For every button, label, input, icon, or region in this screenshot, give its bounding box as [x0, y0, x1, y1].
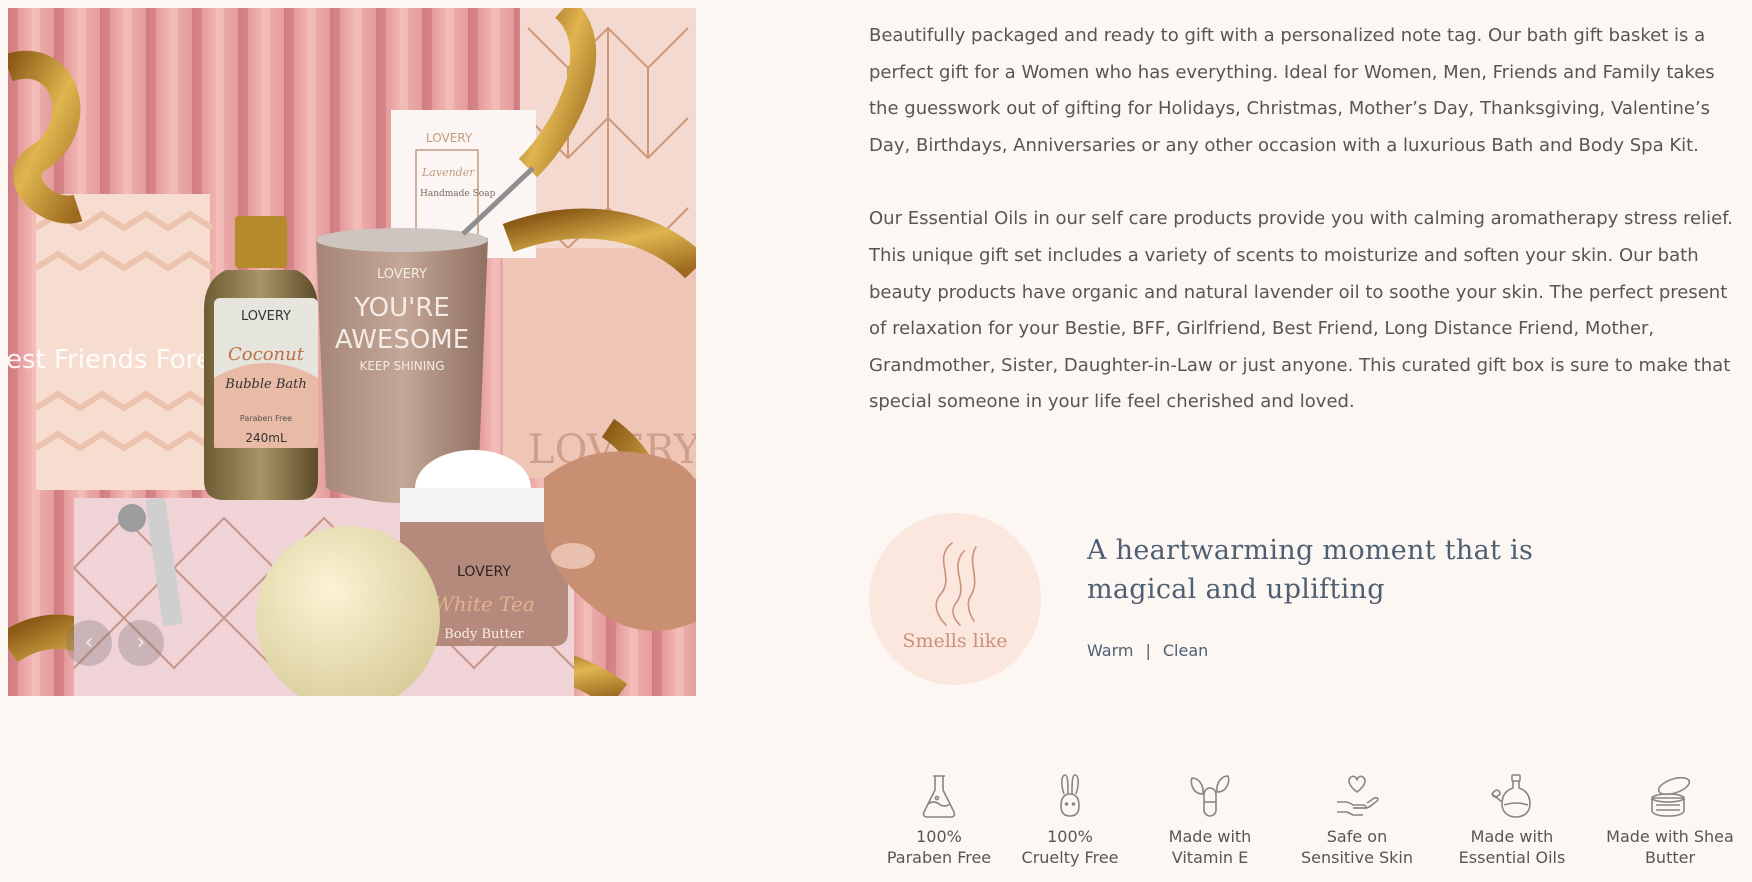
jar-brand-text: LOVERY	[457, 564, 511, 580]
bottle-note-text: Paraben Free	[240, 414, 292, 423]
bottle-size-text: 240mL	[245, 431, 287, 445]
bunny-icon	[1060, 774, 1080, 817]
feature-label-line: Paraben Free	[886, 848, 992, 867]
feature-label-line: Made with	[1470, 827, 1554, 846]
bottle-product-text: Bubble Bath	[224, 377, 306, 392]
tumbler-brand-text: LOVERY	[377, 267, 427, 282]
tumbler-text-2: AWESOME	[335, 325, 469, 355]
feature-shea-butter: Made with Shea Butter	[1595, 772, 1745, 868]
soap-product-text: Handmade Soap	[420, 189, 496, 199]
scent-notes: Warm | Clean	[1087, 641, 1208, 660]
smells-like-label: Smells like	[902, 630, 1008, 652]
tumbler-text-1: YOU'RE	[353, 293, 450, 323]
product-description: Beautifully packaged and ready to gift w…	[869, 18, 1739, 458]
bottle-brand-text: LOVERY	[241, 309, 291, 324]
smells-like-badge: Smells like	[869, 513, 1041, 685]
feature-label: Made with Vitamin E	[1135, 826, 1285, 868]
tumbler-text-3: KEEP SHINING	[359, 359, 444, 373]
feature-label-line: Cruelty Free	[1021, 848, 1119, 867]
carousel-prev-button[interactable]: ‹	[66, 620, 112, 666]
chevron-right-icon: ›	[136, 630, 146, 655]
capsule-leaf-icon	[1190, 775, 1230, 817]
product-features: 100% Paraben Free 100% Cruelty Free Made…	[864, 772, 1744, 880]
description-paragraph-2: Our Essential Oils in our self care prod…	[869, 208, 1733, 413]
scent-note-separator: |	[1145, 641, 1151, 660]
jar-scent-text: White Tea	[433, 592, 535, 616]
feature-sensitive-skin: Safe on Sensitive Skin	[1282, 772, 1432, 868]
scent-wave-icon	[935, 542, 977, 626]
feature-label-line: Vitamin E	[1171, 848, 1249, 867]
product-details-section: LOVERY LOVERY Lavender Handmade Soap Bes…	[0, 0, 1752, 882]
feature-label-line: Made with Shea	[1606, 827, 1734, 846]
soap-brand-text: LOVERY	[426, 131, 473, 145]
feature-label-line: Essential Oils	[1458, 848, 1566, 867]
jar-product-text: Body Butter	[444, 627, 524, 642]
product-photo: LOVERY LOVERY Lavender Handmade Soap Bes…	[8, 8, 696, 696]
feature-cruelty-free: 100% Cruelty Free	[995, 772, 1145, 868]
scent-tagline: A heartwarming moment that is magical an…	[1087, 535, 1534, 605]
heart-hand-icon	[1337, 775, 1379, 816]
butter-jar-icon	[1651, 776, 1691, 817]
scent-note: Warm	[1087, 641, 1134, 660]
flask-icon	[922, 775, 956, 818]
description-paragraph-1: Beautifully packaged and ready to gift w…	[869, 25, 1715, 156]
chevron-left-icon: ‹	[84, 630, 94, 655]
feature-label-line: Butter	[1644, 848, 1696, 867]
feature-label-line: 100%	[1047, 827, 1093, 846]
bottle-scent-text: Coconut	[228, 344, 305, 365]
carousel-next-button[interactable]: ›	[118, 620, 164, 666]
feature-label: Made with Shea Butter	[1595, 826, 1745, 868]
feature-label: 100% Paraben Free	[864, 826, 1014, 868]
soap-scent-text: Lavender	[421, 166, 475, 179]
feature-label-line: Safe on	[1326, 827, 1388, 846]
feature-label-line: Made with	[1168, 827, 1252, 846]
feature-paraben-free: 100% Paraben Free	[864, 772, 1014, 868]
scent-note: Clean	[1162, 641, 1209, 660]
feature-label-line: 100%	[916, 827, 962, 846]
feature-vitamin-e: Made with Vitamin E	[1135, 772, 1285, 868]
feature-label-line: Sensitive Skin	[1300, 848, 1414, 867]
oil-bottle-icon	[1491, 774, 1531, 818]
feature-label: 100% Cruelty Free	[995, 826, 1145, 868]
feature-label: Safe on Sensitive Skin	[1282, 826, 1432, 868]
product-image: LOVERY LOVERY Lavender Handmade Soap Bes…	[8, 8, 696, 696]
feature-essential-oils: Made with Essential Oils	[1437, 772, 1587, 868]
feature-label: Made with Essential Oils	[1437, 826, 1587, 868]
